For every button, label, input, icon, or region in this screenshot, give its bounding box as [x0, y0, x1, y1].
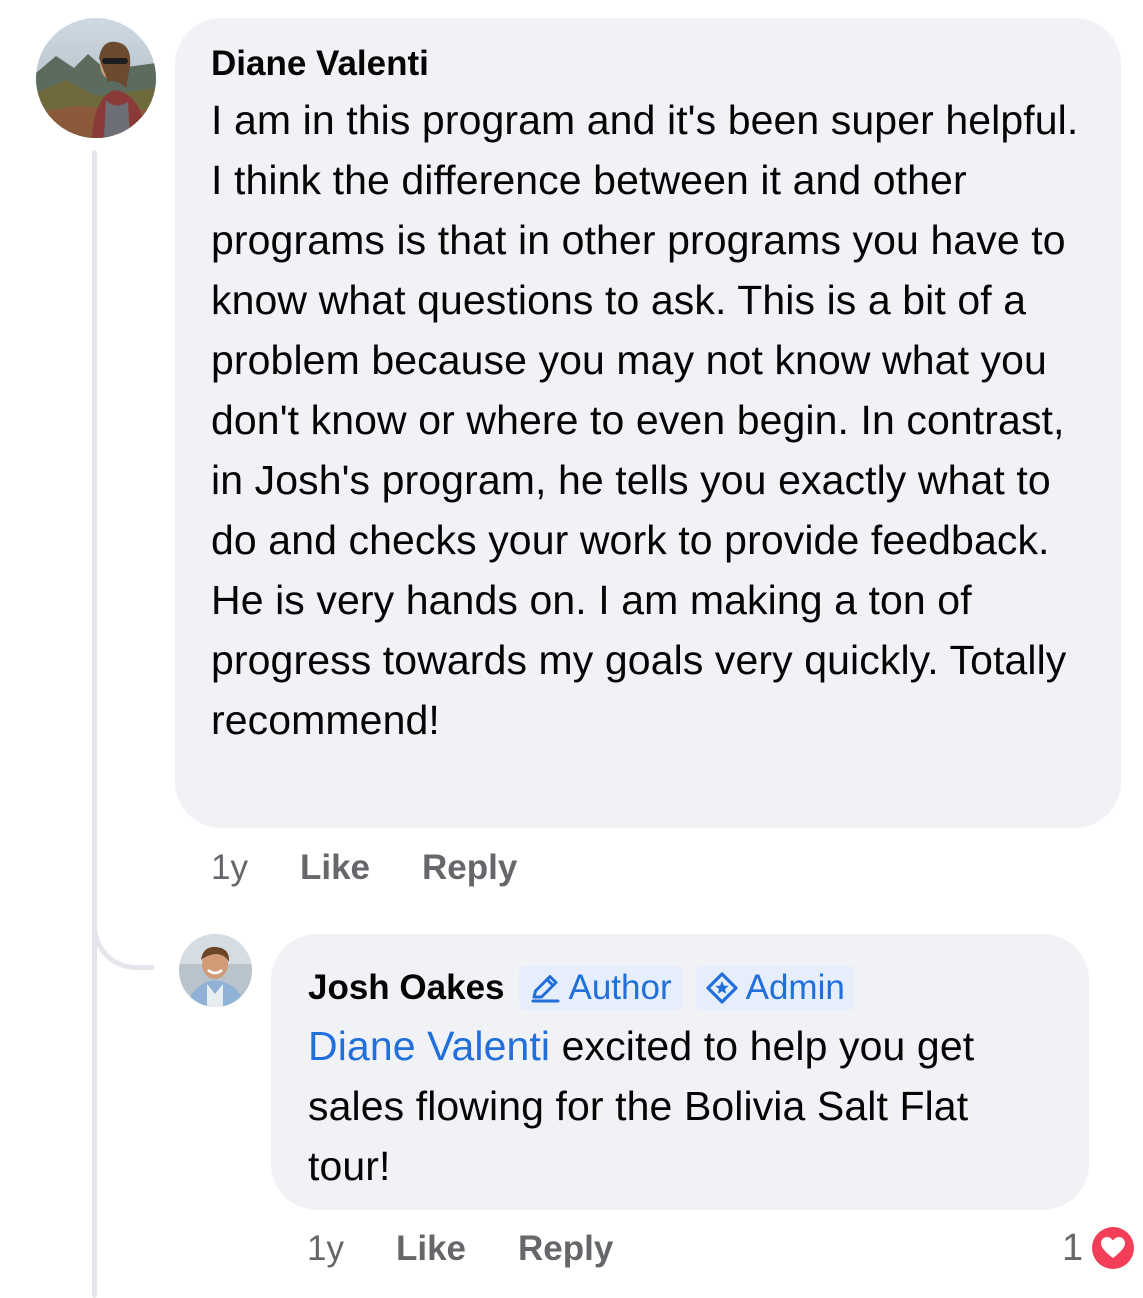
comment-bubble-diane: Diane Valenti I am in this program and i…	[175, 18, 1121, 828]
admin-shield-icon	[704, 970, 740, 1006]
reaction-summary[interactable]: 1	[1062, 1220, 1138, 1276]
author-badge: Author	[518, 966, 682, 1010]
avatar-josh[interactable]	[179, 934, 252, 1007]
avatar-diane[interactable]	[36, 18, 156, 138]
reply-connector	[92, 890, 154, 970]
avatar-photo	[36, 18, 156, 138]
reply-button[interactable]: Reply	[422, 848, 517, 888]
comment-text: I am in this program and it's been super…	[211, 97, 1079, 743]
admin-badge: Admin	[695, 966, 855, 1010]
comment-author-name[interactable]: Josh Oakes	[308, 964, 505, 1012]
avatar-photo	[179, 934, 252, 1007]
reaction-count: 1	[1062, 1226, 1084, 1269]
comment-actions-diane: 1y Like Reply	[211, 842, 517, 894]
like-button[interactable]: Like	[300, 848, 370, 888]
reply-button[interactable]: Reply	[518, 1229, 613, 1269]
comment-timestamp[interactable]: 1y	[307, 1229, 344, 1269]
admin-badge-label: Admin	[745, 968, 845, 1007]
comment-text: Diane Valenti excited to help you get sa…	[308, 1016, 1059, 1196]
mention-link[interactable]: Diane Valenti	[308, 1023, 550, 1069]
love-heart-icon	[1089, 1224, 1138, 1272]
comment-actions-josh: 1y Like Reply	[307, 1223, 613, 1275]
like-button[interactable]: Like	[396, 1229, 466, 1269]
comment-author-name[interactable]: Diane Valenti	[211, 40, 429, 88]
thread-line	[92, 150, 97, 1298]
author-row: Josh Oakes Author Admin	[308, 964, 1059, 1012]
author-badge-label: Author	[568, 968, 672, 1007]
comment-bubble-josh: Josh Oakes Author Admin Diane Valenti ex…	[271, 934, 1089, 1210]
comment-timestamp[interactable]: 1y	[211, 848, 248, 888]
pencil-icon	[527, 970, 563, 1006]
